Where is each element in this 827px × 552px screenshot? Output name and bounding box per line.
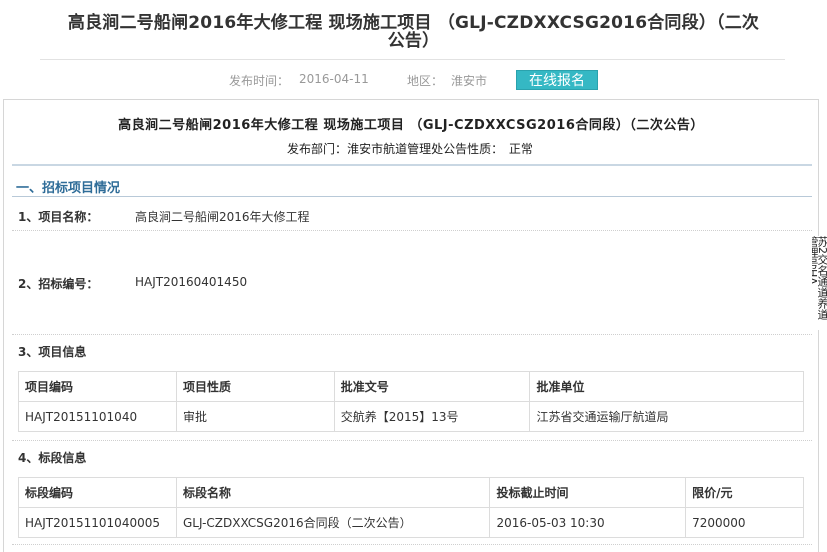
section-info-heading: 4、标段信息 <box>18 451 87 465</box>
row-divider <box>12 544 812 545</box>
announcement-panel: 高良涧二号船闸2016年大修工程 现场施工项目 （GLJ-CZDXXCSG201… <box>3 99 819 552</box>
side-overflow-text: 苏2交名通道养道管理号HA <box>812 236 827 330</box>
dept-value: 淮安市航道管理处 <box>347 142 444 156</box>
table-row: HAJT20151101040 审批 交航养【2015】13号 江苏省交通运输厅… <box>18 401 804 432</box>
table-header: 批准文号 <box>333 371 531 402</box>
table-cell: 交航养【2015】13号 <box>333 401 531 432</box>
publish-date: 2016-04-11 <box>299 72 369 86</box>
page-title: 高良涧二号船闸2016年大修工程 现场施工项目 （GLJ-CZDXXCSG201… <box>0 14 827 50</box>
section-divider <box>12 196 812 197</box>
table-cell: HAJT20151101040005 <box>18 507 177 538</box>
row-divider <box>12 230 812 231</box>
table-cell: 7200000 <box>685 507 804 538</box>
table-cell: 审批 <box>175 401 335 432</box>
table-header: 项目编码 <box>18 371 177 402</box>
table-cell: HAJT20151101040 <box>18 401 177 432</box>
project-info-heading: 3、项目信息 <box>18 345 87 359</box>
row-divider <box>12 440 812 441</box>
online-apply-button[interactable]: 在线报名 <box>516 70 598 90</box>
announcement-title: 高良涧二号船闸2016年大修工程 现场施工项目 （GLJ-CZDXXCSG201… <box>118 118 704 133</box>
meta-row: 发布时间： 2016-04-11 地区： 淮安市 在线报名 <box>0 70 827 90</box>
table-cell: GLJ-CZDXXCSG2016合同段（二次公告） <box>175 507 491 538</box>
project-info-table: 项目编码 项目性质 批准文号 批准单位 HAJT20151101040 审批 交… <box>18 371 804 432</box>
page-title-line1: 高良涧二号船闸2016年大修工程 现场施工项目 （GLJ-CZDXXCSG201… <box>67 13 760 33</box>
table-header: 标段编码 <box>18 477 177 508</box>
project-name-value: 高良涧二号船闸2016年大修工程 <box>135 210 310 224</box>
table-header: 项目性质 <box>175 371 335 402</box>
table-row: HAJT20151101040005 GLJ-CZDXXCSG2016合同段（二… <box>18 507 804 538</box>
title-divider <box>40 59 785 60</box>
table-cell: 2016-05-03 10:30 <box>489 507 687 538</box>
table-header: 标段名称 <box>175 477 491 508</box>
table-header-row: 标段编码 标段名称 投标截止时间 限价/元 <box>18 477 804 508</box>
tender-number-value: HAJT20160401450 <box>135 275 248 289</box>
table-header: 限价/元 <box>685 477 804 508</box>
region-label: 地区： <box>407 74 444 88</box>
nature-value: 正常 <box>508 142 533 156</box>
page-title-line2: 公告） <box>387 31 440 51</box>
row-divider <box>12 334 812 335</box>
section-info-table: 标段编码 标段名称 投标截止时间 限价/元 HAJT20151101040005… <box>18 477 804 538</box>
region-value: 淮安市 <box>451 74 488 88</box>
nature-label: 公告性质： <box>443 142 504 156</box>
announcement-subinfo: 发布部门：淮安市航道管理处公告性质： 正常 <box>4 140 818 157</box>
publish-label: 发布时间： <box>229 74 290 88</box>
dept-label: 发布部门： <box>287 142 348 156</box>
section-title: 一、招标项目情况 <box>16 181 121 196</box>
project-name-label: 1、项目名称： <box>18 210 99 224</box>
table-cell: 江苏省交通运输厅航道局 <box>529 401 804 432</box>
header-divider <box>12 164 812 166</box>
table-header: 批准单位 <box>529 371 804 402</box>
table-header-row: 项目编码 项目性质 批准文号 批准单位 <box>18 371 804 402</box>
tender-number-label: 2、招标编号： <box>18 277 99 291</box>
table-header: 投标截止时间 <box>489 477 687 508</box>
